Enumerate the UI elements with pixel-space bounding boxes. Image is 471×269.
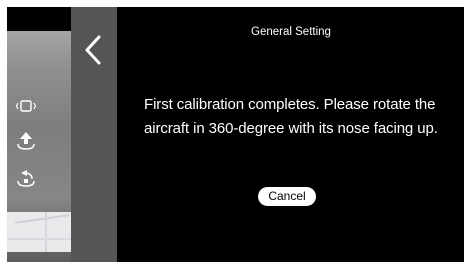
map-road: [45, 212, 47, 252]
camera-view: [7, 7, 71, 262]
mini-map[interactable]: [7, 212, 71, 252]
dialog-message: First calibration completes. Please rota…: [144, 96, 438, 137]
dialog-title: General Setting: [251, 26, 331, 38]
chevron-left-icon: [85, 35, 101, 65]
map-road: [15, 214, 69, 224]
cancel-button[interactable]: Cancel: [258, 187, 316, 206]
back-button[interactable]: [81, 33, 107, 67]
return-home-icon[interactable]: [13, 167, 39, 189]
app-screen: General Setting First calibration comple…: [7, 7, 464, 262]
vibration-icon[interactable]: [13, 95, 39, 117]
calibration-dialog: General Setting First calibration comple…: [118, 7, 464, 262]
takeoff-icon[interactable]: [13, 130, 39, 152]
back-panel: [71, 7, 117, 262]
map-road: [7, 238, 71, 240]
